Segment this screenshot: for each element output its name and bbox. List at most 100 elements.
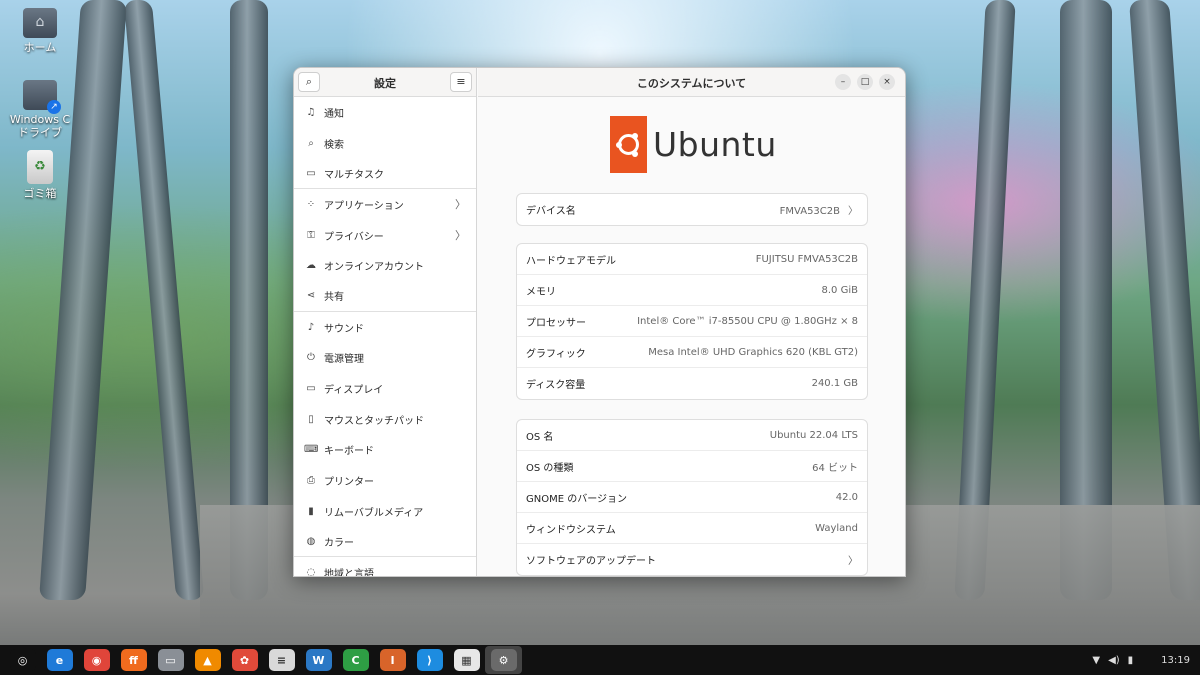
sidebar-item-label: カラー — [324, 537, 354, 549]
ubuntu-logo: Ubuntu — [610, 116, 777, 173]
home-folder-icon: ⌂ — [23, 8, 57, 38]
sidebar-item-label: 通知 — [324, 108, 344, 120]
settings-sidebar: ⌕ 設定 ≡ ♫ 通知 ⌕ 検索 ▭ マルチタスク ⁘ アプリケーション〉 ⚿ プライバシ… — [294, 68, 477, 576]
sidebar-item-label: 電源管理 — [324, 354, 364, 366]
taskbar: ◎ e ◉ ff ▭ ▲ ✿ ≡ W C I ⟩ ▦ ⚙ ▼ ◀) ▮ 13:19 — [0, 645, 1200, 675]
sidebar-item-notifications[interactable]: ♫ 通知 — [294, 97, 476, 128]
music-note-icon: ♪ — [307, 321, 315, 333]
sidebar-item-label: 地域と言語 — [324, 569, 374, 577]
sidebar-item-display[interactable]: ▭ ディスプレイ — [294, 373, 476, 404]
row-key: ソフトウェアのアップデート — [526, 556, 656, 567]
sidebar-item-multitasking[interactable]: ▭ マルチタスク — [294, 158, 476, 190]
chevron-right-icon: 〉 — [455, 198, 466, 212]
chrome-icon: ◉ — [83, 649, 110, 671]
disk-capacity-row: ディスク容量 240.1 GB — [517, 368, 867, 399]
settings-window: ⌕ 設定 ≡ ♫ 通知 ⌕ 検索 ▭ マルチタスク ⁘ アプリケーション〉 ⚿ プライバシ… — [293, 67, 906, 577]
display-icon: ▭ — [306, 383, 316, 395]
sidebar-item-label: マルチタスク — [324, 169, 384, 181]
taskbar-app-button[interactable]: W — [300, 646, 337, 674]
multitask-icon: ▭ — [306, 167, 316, 179]
desktop-home[interactable]: ⌂ ホーム — [6, 8, 74, 54]
sidebar-item-online-accounts[interactable]: ☁ オンラインアカウント — [294, 250, 476, 281]
sidebar-item-keyboard[interactable]: ⌨ キーボード — [294, 435, 476, 466]
device-card: デバイス名 FMVA53C2B 〉 — [516, 193, 868, 226]
trash-icon: ♻ — [27, 150, 53, 184]
close-icon: × — [883, 77, 891, 87]
files-icon: ▭ — [157, 649, 184, 671]
sidebar-item-removable-media[interactable]: ▮ リムーバブルメディア — [294, 496, 476, 527]
close-button[interactable]: × — [879, 74, 895, 90]
taskbar-app-button[interactable]: ⚙ — [485, 646, 522, 674]
sidebar-item-privacy[interactable]: ⚿ プライバシー 〉 — [294, 220, 476, 251]
row-value: 42.0 — [835, 491, 858, 503]
taskbar-app-button[interactable]: ◉ — [78, 646, 115, 674]
taskbar-app-button[interactable]: C — [337, 646, 374, 674]
calc-icon: C — [342, 649, 369, 671]
drive-folder-icon: ↗ — [23, 80, 61, 114]
desktop-windows-drive[interactable]: ↗ Windows Cドライブ — [6, 80, 74, 139]
store-icon: ▦ — [453, 649, 480, 671]
sidebar-item-label: アプリケーション — [324, 200, 404, 212]
sidebar-item-label: オンラインアカウント — [324, 262, 424, 274]
taskbar-app-button[interactable]: ⟩ — [411, 646, 448, 674]
desktop-trash-label: ゴミ箱 — [23, 187, 57, 200]
globe-icon: ◌ — [306, 567, 316, 577]
sidebar-item-label: 共有 — [324, 292, 344, 304]
sidebar-item-search[interactable]: ⌕ 検索 — [294, 128, 476, 159]
graphics-row: グラフィック Mesa Intel® UHD Graphics 620 (KBL … — [517, 337, 867, 368]
sidebar-item-label: プリンター — [324, 477, 374, 489]
taskbar-app-button[interactable]: e — [41, 646, 78, 674]
row-key: ウィンドウシステム — [526, 524, 616, 536]
sidebar-item-sharing[interactable]: ⋖ 共有 — [294, 281, 476, 312]
row-key: OS の種類 — [526, 462, 574, 474]
sidebar-header: ⌕ 設定 ≡ — [294, 68, 476, 97]
taskbar-app-button[interactable]: ≡ — [263, 646, 300, 674]
chevron-right-icon: 〉 — [455, 229, 466, 243]
device-name-row[interactable]: デバイス名 FMVA53C2B 〉 — [517, 194, 867, 225]
taskbar-app-button[interactable]: ▭ — [152, 646, 189, 674]
row-value: 64 ビット — [812, 462, 858, 474]
clock: 13:19 — [1161, 654, 1190, 666]
sidebar-item-printers[interactable]: ⎙ プリンター — [294, 465, 476, 496]
menu-button[interactable]: ≡ — [450, 72, 472, 92]
sidebar-item-power[interactable]: ⏻ 電源管理 — [294, 343, 476, 374]
sidebar-item-label: プライバシー — [324, 231, 384, 243]
minimize-icon: – — [840, 77, 846, 87]
bell-icon: ♫ — [306, 106, 316, 118]
row-value: Wayland — [815, 522, 858, 534]
row-value: Mesa Intel® UHD Graphics 620 (KBL GT2) — [648, 346, 858, 358]
power-icon: ⏻ — [307, 352, 315, 364]
vlc-icon: ▲ — [194, 649, 221, 671]
taskbar-apps: ◎ e ◉ ff ▭ ▲ ✿ ≡ W C I ⟩ ▦ ⚙ — [0, 646, 522, 674]
row-key: OS 名 — [526, 431, 554, 443]
taskbar-app-button[interactable]: I — [374, 646, 411, 674]
row-value: Ubuntu 22.04 LTS — [769, 429, 858, 441]
sidebar-item-region[interactable]: ◌ 地域と言語 — [294, 557, 476, 577]
taskbar-app-button[interactable]: ◎ — [4, 646, 41, 674]
row-key: プロセッサー — [526, 317, 586, 329]
software-updates-row[interactable]: ソフトウェアのアップデート 〉 — [517, 544, 867, 575]
taskbar-app-button[interactable]: ✿ — [226, 646, 263, 674]
sidebar-item-applications[interactable]: ⁘ アプリケーション 〉 — [294, 189, 476, 220]
row-value: 240.1 GB — [811, 378, 858, 389]
search-icon: ⌕ — [308, 137, 314, 149]
minimize-button[interactable]: – — [835, 74, 851, 90]
system-tray[interactable]: ▼ ◀) ▮ 13:19 — [1084, 645, 1190, 675]
row-key: メモリ — [526, 286, 556, 298]
printer-icon: ⎙ — [307, 475, 315, 487]
desktop-trash[interactable]: ♻ ゴミ箱 — [6, 150, 74, 200]
sidebar-item-mouse[interactable]: ▯ マウスとタッチパッド — [294, 404, 476, 435]
maximize-button[interactable]: □ — [857, 74, 873, 90]
taskbar-app-button[interactable]: ff — [115, 646, 152, 674]
sidebar-item-sound[interactable]: ♪ サウンド — [294, 312, 476, 343]
row-key: グラフィック — [526, 348, 586, 360]
sidebar-item-color[interactable]: ◍ カラー — [294, 527, 476, 558]
taskbar-app-button[interactable]: ▲ — [189, 646, 226, 674]
impress-icon: I — [379, 649, 406, 671]
row-key: ハードウェアモデル — [526, 255, 616, 267]
taskbar-app-button[interactable]: ▦ — [448, 646, 485, 674]
cloud-icon: ☁ — [306, 260, 316, 272]
hamburger-menu-icon: ≡ — [456, 75, 466, 88]
row-key: デバイス名 — [526, 206, 576, 217]
os-type-row: OS の種類 64 ビット — [517, 451, 867, 482]
